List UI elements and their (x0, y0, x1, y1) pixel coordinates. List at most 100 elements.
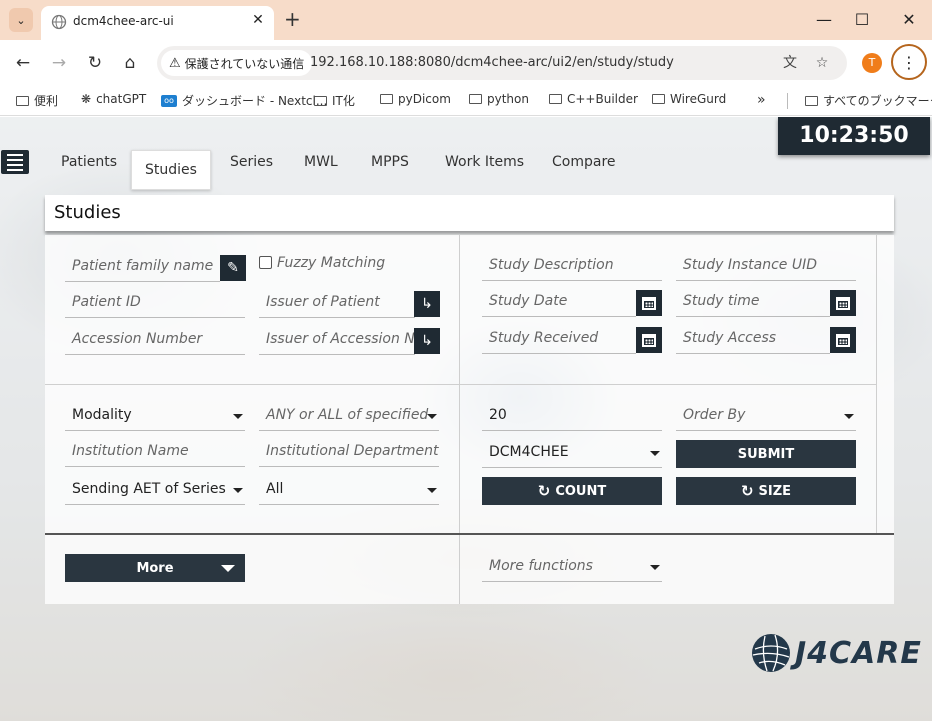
folder-icon (805, 95, 818, 106)
study-instance-uid-input[interactable]: Study Instance UID (676, 253, 856, 281)
window-close-icon[interactable]: ✕ (897, 8, 921, 32)
study-access-input[interactable]: Study Access (676, 326, 830, 354)
bookmark-star-icon[interactable]: ☆ (811, 52, 833, 74)
app-page: 10:23:50 Patients Studies Series MWL MPP… (0, 117, 932, 721)
calendar-icon[interactable] (636, 290, 662, 316)
security-label: 保護されていない通信 (184, 56, 305, 71)
refresh-icon: ↻ (740, 482, 754, 500)
all-bookmarks[interactable]: すべてのブックマーク (805, 92, 932, 109)
nextcloud-icon: oo (161, 94, 177, 107)
institutional-department-input[interactable]: Institutional Department Name (259, 439, 439, 467)
count-button[interactable]: ↻ COUNT (482, 477, 662, 505)
any-or-all-select[interactable]: ANY or ALL of specified (259, 403, 439, 431)
forward-arrow-icon[interactable]: → (47, 51, 71, 75)
issuer-of-accession-number-input[interactable]: Issuer of Accession Number (259, 327, 415, 355)
bookmark-item[interactable]: oo ダッシュボード - Nextcl... (161, 92, 327, 109)
folder-icon (652, 94, 665, 104)
dropdown-arrow-icon (427, 414, 437, 419)
bookmark-item[interactable]: pyDicom (380, 92, 451, 106)
translate-icon[interactable]: 文 (779, 52, 801, 74)
bookmark-item[interactable]: ❋ chatGPT (81, 92, 146, 106)
dropdown-arrow-icon (427, 488, 437, 493)
security-chip[interactable]: ⚠ 保護されていない通信 (161, 50, 313, 76)
maximize-icon[interactable]: ☐ (850, 8, 874, 32)
new-tab-plus-icon[interactable]: + (284, 8, 301, 30)
study-description-input[interactable]: Study Description (482, 253, 662, 281)
j4care-logo: J4CARE (751, 633, 922, 673)
browser-tab[interactable]: dcm4chee-arc-ui ✕ (41, 6, 274, 40)
patient-family-name-input[interactable]: Patient family name (65, 254, 220, 282)
institution-name-input[interactable]: Institution Name (65, 439, 245, 467)
warning-icon: ⚠ (169, 55, 181, 71)
row-divider (45, 384, 877, 385)
pencil-edit-icon[interactable]: ✎ (220, 255, 246, 281)
more-button[interactable]: More (65, 554, 245, 582)
arrow-turn-right-icon[interactable]: ↳ (414, 328, 440, 354)
accession-number-input[interactable]: Accession Number (65, 327, 245, 355)
study-received-input[interactable]: Study Received (482, 326, 636, 354)
limit-input[interactable]: 20 (482, 403, 662, 431)
dropdown-arrow-icon (844, 414, 854, 419)
page-header: Studies (45, 195, 894, 231)
tab-search-chevron-icon[interactable]: ⌄ (9, 8, 33, 32)
hamburger-menu-icon[interactable] (1, 150, 29, 174)
column-divider (459, 235, 460, 604)
bookmark-item[interactable]: C++Builder (549, 92, 638, 106)
issuer-of-patient-input[interactable]: Issuer of Patient (259, 290, 415, 318)
tab-close-icon[interactable]: ✕ (249, 11, 267, 29)
patient-id-input[interactable]: Patient ID (65, 290, 245, 318)
bookmarks-overflow-chevron-icon[interactable]: » (757, 92, 766, 108)
openai-icon: ❋ (81, 92, 92, 106)
calendar-icon[interactable] (636, 327, 662, 353)
fuzzy-matching-label: Fuzzy Matching (277, 255, 386, 271)
bookmark-item[interactable]: IT化 (314, 92, 355, 109)
tab-mpps[interactable]: MPPS (371, 154, 409, 170)
tab-work-items[interactable]: Work Items (445, 154, 524, 170)
tab-mwl[interactable]: MWL (304, 154, 338, 170)
modality-select[interactable]: Modality (65, 403, 245, 431)
dropdown-arrow-icon (233, 488, 243, 493)
dropdown-arrow-icon (650, 451, 660, 456)
home-icon[interactable]: ⌂ (118, 51, 142, 75)
order-by-select[interactable]: Order By (676, 403, 856, 431)
tab-patients[interactable]: Patients (61, 154, 117, 170)
fuzzy-matching-checkbox[interactable] (259, 256, 272, 269)
refresh-icon: ↻ (537, 482, 551, 500)
url-text[interactable]: 192.168.10.188:8080/dcm4chee-arc/ui2/en/… (310, 55, 674, 70)
logo-text: J4CARE (795, 635, 922, 671)
reload-icon[interactable]: ↻ (83, 51, 107, 75)
address-bar[interactable]: ⚠ 保護されていない通信 192.168.10.188:8080/dcm4che… (157, 46, 847, 80)
dropdown-arrow-icon (650, 565, 660, 570)
tab-compare[interactable]: Compare (552, 154, 616, 170)
submit-button[interactable]: SUBMIT (676, 440, 856, 468)
sending-aet-value-select[interactable]: All (259, 477, 439, 505)
folder-icon (549, 94, 562, 104)
bookmarks-bar: 便利 ❋ chatGPT oo ダッシュボード - Nextcl... IT化 py… (0, 86, 932, 116)
folder-icon (469, 94, 482, 104)
arrow-turn-right-icon[interactable]: ↳ (414, 291, 440, 317)
minimize-icon[interactable]: — (812, 8, 836, 32)
browser-menu-kebab-icon[interactable]: ⋮ (891, 44, 927, 80)
aet-select[interactable]: DCM4CHEE (482, 440, 662, 468)
tab-series[interactable]: Series (230, 154, 273, 170)
study-time-input[interactable]: Study time (676, 289, 830, 317)
profile-avatar[interactable]: T (862, 53, 882, 73)
calendar-icon[interactable] (830, 290, 856, 316)
size-button[interactable]: ↻ SIZE (676, 477, 856, 505)
study-date-input[interactable]: Study Date (482, 289, 636, 317)
clock: 10:23:50 (778, 117, 930, 155)
bookmark-item[interactable]: python (469, 92, 529, 106)
bookmark-item[interactable]: 便利 (16, 92, 58, 109)
globe-logo-icon (752, 634, 790, 672)
tab-studies[interactable]: Studies (131, 150, 211, 190)
caret-down-icon (221, 565, 235, 572)
sending-aet-select[interactable]: Sending AET of Series (65, 477, 245, 505)
dropdown-arrow-icon (233, 414, 243, 419)
bookmark-item[interactable]: WireGurd (652, 92, 726, 106)
calendar-icon[interactable] (830, 327, 856, 353)
more-functions-select[interactable]: More functions (482, 554, 662, 582)
browser-toolbar: ← → ↻ ⌂ ⚠ 保護されていない通信 192.168.10.188:8080… (0, 40, 932, 86)
filter-panel: Patient family name ✎ Fuzzy Matching Pat… (45, 235, 894, 604)
back-arrow-icon[interactable]: ← (11, 51, 35, 75)
tab-title: dcm4chee-arc-ui (73, 14, 174, 28)
